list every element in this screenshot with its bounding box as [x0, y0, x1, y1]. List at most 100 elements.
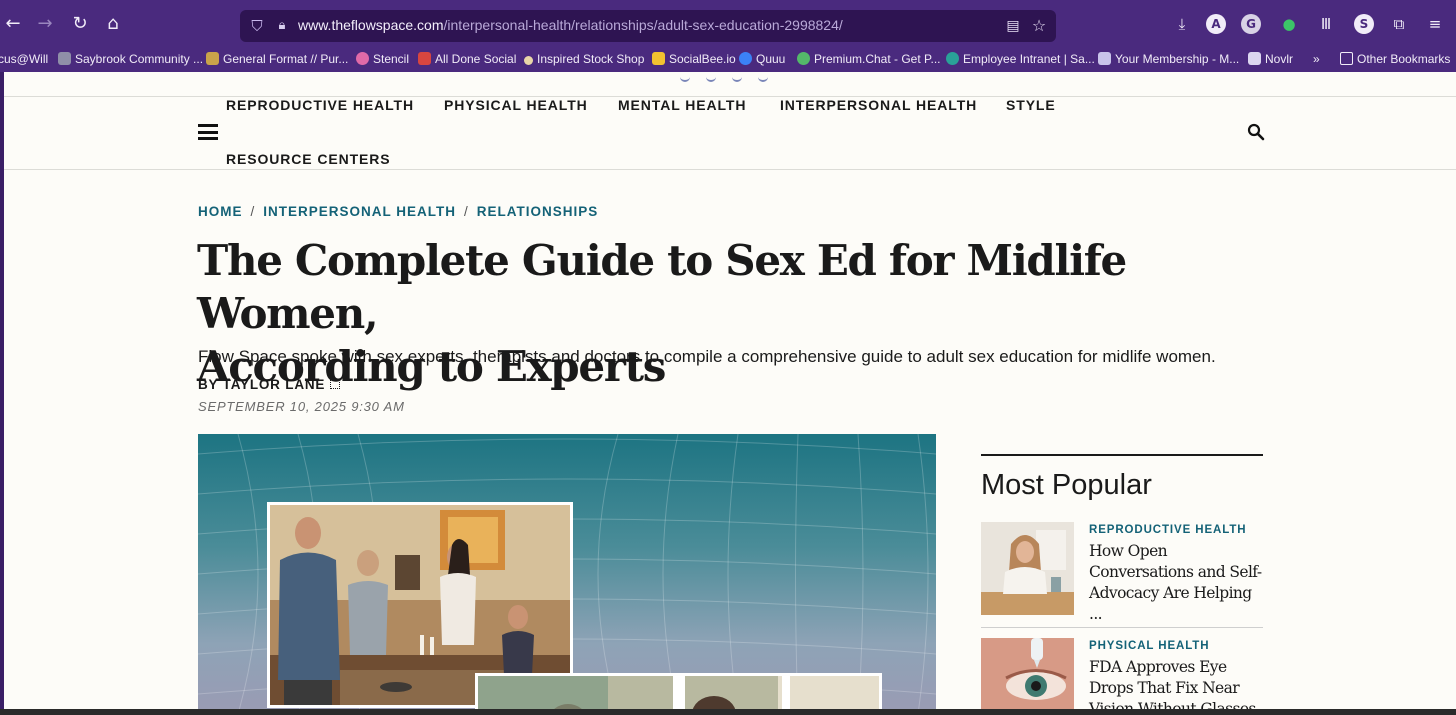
bookmark-favicon-icon [58, 52, 71, 65]
article-title: The Complete Guide to Sex Ed for Midlife… [197, 234, 1157, 393]
evernote-icon[interactable]: ● [1279, 14, 1299, 34]
social-icons-partial [680, 72, 800, 82]
bookmark-favicon-icon [356, 52, 369, 65]
bookmark-folder-label: Other Bookmarks [1357, 52, 1451, 66]
bookmark-item[interactable]: Novlr [1248, 51, 1293, 67]
second-photo [475, 673, 882, 709]
bookmark-item[interactable]: Employee Intranet | Sa... [946, 51, 1095, 67]
bookmark-label: cus@Will [0, 52, 49, 66]
url-host: www.theflowspace.com [298, 17, 444, 33]
breadcrumb-separator: / [464, 204, 469, 219]
author-expand-icon[interactable] [330, 379, 341, 389]
bookmark-label: Saybrook Community ... [75, 52, 204, 66]
nav-item-reproductive-health[interactable]: REPRODUCTIVE HEALTH [226, 97, 414, 113]
bookmark-item[interactable]: cus@Will [0, 51, 48, 67]
bookmark-label: All Done Social [435, 52, 517, 66]
bookmark-label: Your Membership - M... [1115, 52, 1240, 66]
reload-icon[interactable]: ↻ [69, 13, 91, 35]
extension-bars-icon[interactable]: Ⅲ [1316, 14, 1336, 34]
back-arrow-icon[interactable]: ← [2, 13, 24, 35]
bookmark-label: SocialBee.io [669, 52, 736, 66]
url-path: /interpersonal-health/relationships/adul… [443, 17, 843, 33]
bookmark-favicon-icon [652, 52, 665, 65]
popular-card-thumbnail[interactable] [981, 638, 1074, 709]
lock-icon[interactable]: 🔒︎ [274, 16, 290, 36]
bookmark-favicon-icon [797, 52, 810, 65]
hero-image [198, 434, 936, 709]
folder-icon [1340, 52, 1353, 65]
bookmark-item[interactable]: Stencil [356, 51, 409, 67]
address-bar[interactable]: ⛉ 🔒︎ www.theflowspace.com/interpersonal-… [240, 10, 1056, 42]
page-viewport: REPRODUCTIVE HEALTH PHYSICAL HEALTH MENT… [4, 72, 1456, 709]
bookmark-favicon-icon [1248, 52, 1261, 65]
bookmark-label: Inspired Stock Shop [537, 52, 645, 66]
breadcrumb-relationships[interactable]: RELATIONSHIPS [477, 204, 599, 219]
bookmark-item[interactable]: Saybrook Community ... [58, 51, 203, 67]
article-title-line1: The Complete Guide to Sex Ed for Midlife… [197, 236, 1127, 338]
bookmark-label: Stencil [373, 52, 410, 66]
nav-item-style[interactable]: STYLE [1006, 97, 1056, 113]
bookmarks-overflow-icon[interactable]: » [1313, 51, 1320, 67]
popular-card-thumbnail[interactable] [981, 522, 1074, 615]
menu-hamburger-icon[interactable]: ≡ [1425, 14, 1445, 34]
forward-arrow-icon[interactable]: → [34, 13, 56, 35]
bookmark-label: Employee Intranet | Sa... [963, 52, 1095, 66]
breadcrumb: HOME / INTERPERSONAL HEALTH / RELATIONSHIPS [198, 204, 598, 219]
extension-s-icon[interactable]: S [1354, 14, 1374, 34]
bookmark-item[interactable]: Your Membership - M... [1098, 51, 1239, 67]
nav-item-resource-centers[interactable]: RESOURCE CENTERS [226, 151, 391, 167]
bookmark-favicon-icon [524, 56, 533, 65]
woman-kitchen-thumbnail [981, 522, 1074, 615]
nav-item-physical-health[interactable]: PHYSICAL HEALTH [444, 97, 588, 113]
most-popular-heading: Most Popular [981, 469, 1152, 501]
eye-drops-thumbnail [981, 638, 1074, 709]
bookmark-favicon-icon [418, 52, 431, 65]
home-icon[interactable]: ⌂ [102, 13, 124, 35]
bookmark-star-icon[interactable]: ☆ [1030, 16, 1048, 36]
bookmark-item[interactable]: Premium.Chat - Get P... [797, 51, 941, 67]
popular-card-category[interactable]: REPRODUCTIVE HEALTH [1089, 524, 1246, 536]
browser-chrome: ← → ↻ ⌂ ⛉ 🔒︎ www.theflowspace.com/interp… [0, 0, 1456, 72]
extensions-puzzle-icon[interactable]: ⧉ [1389, 14, 1409, 34]
downloads-icon[interactable]: ⤓ [1172, 14, 1192, 34]
article-date: SEPTEMBER 10, 2025 9:30 AM [198, 399, 405, 414]
popular-card-category[interactable]: PHYSICAL HEALTH [1089, 640, 1209, 652]
grammarly-icon[interactable]: G [1241, 14, 1261, 34]
reader-view-icon[interactable]: ▤ [1004, 16, 1022, 36]
window-bottom-edge [0, 709, 1456, 715]
bookmark-folder[interactable]: Other Bookmarks [1340, 51, 1450, 67]
url-text[interactable]: www.theflowspace.com/interpersonal-healt… [298, 17, 843, 33]
account-a-icon[interactable]: A [1206, 14, 1226, 34]
breadcrumb-interpersonal-health[interactable]: INTERPERSONAL HEALTH [263, 204, 456, 219]
sidebar-divider [981, 454, 1263, 456]
breadcrumb-separator: / [250, 204, 256, 219]
bookmark-label: Premium.Chat - Get P... [814, 52, 941, 66]
hamburger-menu-icon[interactable] [198, 124, 218, 140]
bookmark-favicon-icon [946, 52, 959, 65]
bookmark-label: Novlr [1265, 52, 1294, 66]
bookmark-favicon-icon [1098, 52, 1111, 65]
bookmark-favicon-icon [739, 52, 752, 65]
bookmark-item[interactable]: Inspired Stock Shop [524, 51, 644, 67]
author-link[interactable]: BY TAYLOR LANE [198, 377, 325, 392]
bookmark-item[interactable]: Quuu [739, 51, 785, 67]
search-icon[interactable] [1247, 123, 1265, 141]
bookmark-item[interactable]: General Format // Pur... [206, 51, 348, 67]
article-dek: Flow Space spoke with sex experts, thera… [198, 347, 1216, 366]
popular-card[interactable]: PHYSICAL HEALTH FDA Approves Eye Drops T… [981, 638, 1263, 709]
bookmarks-bar: cus@Will Saybrook Community ... General … [0, 46, 1456, 72]
tracking-shield-icon[interactable]: ⛉ [248, 16, 266, 36]
bookmark-item[interactable]: All Done Social [418, 51, 516, 67]
bookmark-label: General Format // Pur... [223, 52, 349, 66]
popular-card[interactable]: REPRODUCTIVE HEALTH How Open Conversatio… [981, 522, 1263, 623]
nav-item-mental-health[interactable]: MENTAL HEALTH [618, 97, 746, 113]
bookmark-label: Quuu [756, 52, 786, 66]
breadcrumb-home[interactable]: HOME [198, 204, 243, 219]
popular-card-title[interactable]: FDA Approves Eye Drops That Fix Near Vis… [1089, 657, 1267, 709]
bookmark-item[interactable]: SocialBee.io [652, 51, 736, 67]
second-photo-illustration [478, 676, 879, 709]
bookmark-favicon-icon [206, 52, 219, 65]
nav-item-interpersonal-health[interactable]: INTERPERSONAL HEALTH [780, 97, 977, 113]
popular-card-title[interactable]: How Open Conversations and Self-Advocacy… [1089, 541, 1267, 625]
card-divider [981, 627, 1263, 628]
